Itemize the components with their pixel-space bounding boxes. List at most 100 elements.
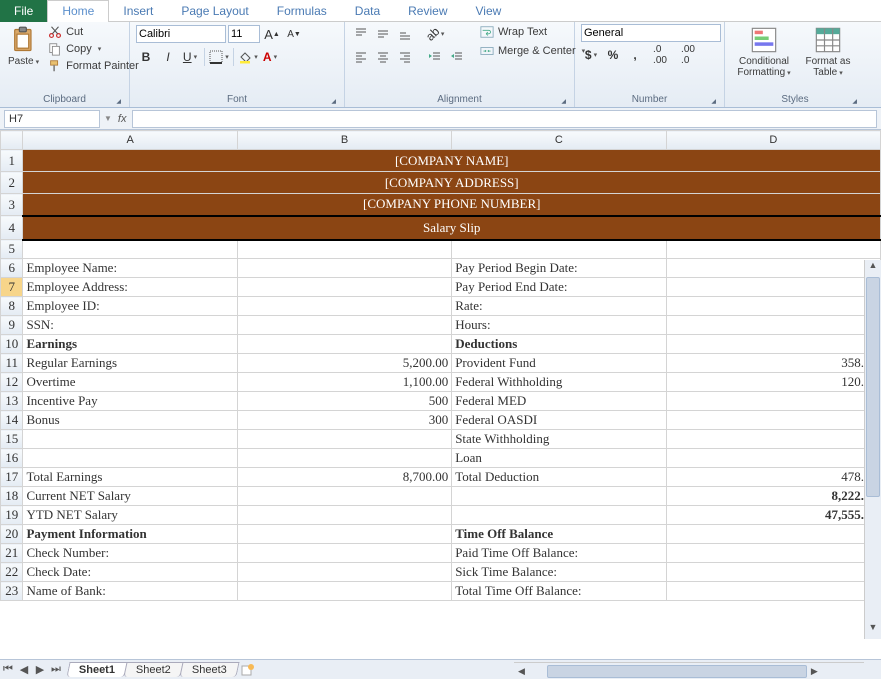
cell[interactable] [666,449,880,468]
merge-center-button[interactable]: Merge & Center [477,43,588,59]
cell[interactable]: 358.00 [666,354,880,373]
row-header[interactable]: 16 [1,449,23,468]
row-header[interactable]: 21 [1,544,23,563]
cell[interactable]: 1,100.00 [237,373,451,392]
cell[interactable]: Current NET Salary [23,487,237,506]
sheet-tab-sheet3[interactable]: Sheet3 [179,662,239,677]
conditional-formatting-button[interactable]: Conditional Formatting [731,24,797,80]
row-header[interactable]: 10 [1,335,23,354]
tab-data[interactable]: Data [341,0,394,22]
new-sheet-button[interactable] [241,664,257,676]
cell[interactable]: Total Time Off Balance: [452,582,666,601]
format-painter-button[interactable]: Format Painter [45,58,142,74]
formula-input[interactable] [132,110,877,128]
cell[interactable]: Total Deduction [452,468,666,487]
cell[interactable]: Employee ID: [23,297,237,316]
cell[interactable]: Earnings [23,335,237,354]
comma-button[interactable]: , [625,45,645,65]
cell[interactable]: Employee Name: [23,259,237,278]
cell[interactable]: Payment Information [23,525,237,544]
align-middle-button[interactable] [373,24,393,44]
cell[interactable] [666,544,880,563]
cell[interactable] [452,240,666,259]
cell[interactable] [666,240,880,259]
row-header[interactable]: 13 [1,392,23,411]
cell[interactable]: 8,700.00 [237,468,451,487]
cell[interactable]: Federal MED [452,392,666,411]
cell[interactable] [452,487,666,506]
cell[interactable] [237,487,451,506]
sheet-tab-sheet1[interactable]: Sheet1 [66,662,127,677]
cell[interactable]: [COMPANY PHONE NUMBER] [23,194,881,216]
italic-button[interactable]: I [158,47,178,67]
cell[interactable]: [COMPANY ADDRESS] [23,172,881,194]
sheet-nav-first[interactable]: ⏮ [0,663,16,676]
scroll-up-button[interactable]: ▲ [865,260,881,277]
row-header[interactable]: 5 [1,240,23,259]
tab-insert[interactable]: Insert [109,0,167,22]
cell[interactable] [666,278,880,297]
row-header[interactable]: 6 [1,259,23,278]
cell[interactable]: Time Off Balance [452,525,666,544]
cell[interactable] [237,240,451,259]
cell[interactable] [237,506,451,525]
row-header[interactable]: 17 [1,468,23,487]
cell[interactable]: Federal OASDI [452,411,666,430]
fx-button[interactable]: fx [112,113,133,125]
cell[interactable]: 8,222.00 [666,487,880,506]
align-bottom-button[interactable] [395,24,415,44]
shrink-font-button[interactable]: A▼ [284,24,304,44]
cell[interactable] [237,278,451,297]
cell[interactable]: Check Date: [23,563,237,582]
grow-font-button[interactable]: A▲ [262,24,282,44]
font-size-select[interactable] [228,25,260,43]
align-center-button[interactable] [373,47,393,67]
cell[interactable]: Sick Time Balance: [452,563,666,582]
col-header-D[interactable]: D [666,131,880,150]
col-header-B[interactable]: B [237,131,451,150]
cell[interactable]: Pay Period Begin Date: [452,259,666,278]
cell[interactable] [237,525,451,544]
cell[interactable]: Total Earnings [23,468,237,487]
cell[interactable]: - [666,411,880,430]
cell[interactable]: Employee Address: [23,278,237,297]
namebox-dropdown[interactable]: ▼ [104,114,112,123]
cell[interactable] [237,544,451,563]
accounting-format-button[interactable]: $ [581,45,601,65]
font-name-select[interactable] [136,25,226,43]
cell[interactable] [666,335,880,354]
cell[interactable] [23,449,237,468]
cell[interactable] [666,430,880,449]
border-button[interactable] [209,47,229,67]
row-header[interactable]: 20 [1,525,23,544]
tab-view[interactable]: View [462,0,516,22]
cell[interactable] [237,449,451,468]
row-header[interactable]: 3 [1,194,23,216]
row-header[interactable]: 15 [1,430,23,449]
orientation-button[interactable]: ab [425,24,445,44]
number-format-select[interactable] [581,24,721,42]
cell[interactable] [237,335,451,354]
font-color-button[interactable]: A [260,47,280,67]
cell[interactable]: Paid Time Off Balance: [452,544,666,563]
cell[interactable]: Name of Bank: [23,582,237,601]
sheet-tab-sheet2[interactable]: Sheet2 [123,662,183,677]
file-tab[interactable]: File [0,0,47,22]
cell[interactable]: Provident Fund [452,354,666,373]
scroll-down-button[interactable]: ▼ [865,622,881,639]
sheet-nav-prev[interactable]: ◀ [16,663,32,676]
cell[interactable]: State Withholding [452,430,666,449]
cell[interactable]: Federal Withholding [452,373,666,392]
name-box[interactable]: H7 [4,110,100,128]
cell[interactable] [237,563,451,582]
cell[interactable]: 47,555.00 [666,506,880,525]
decrease-indent-button[interactable] [425,47,445,67]
col-header-C[interactable]: C [452,131,666,150]
cell[interactable]: - [666,392,880,411]
percent-button[interactable]: % [603,45,623,65]
cell[interactable]: 500 [237,392,451,411]
horizontal-scrollbar[interactable]: ◀ ▶ [514,662,864,679]
row-header[interactable]: 12 [1,373,23,392]
row-header[interactable]: 8 [1,297,23,316]
cell[interactable]: Bonus [23,411,237,430]
